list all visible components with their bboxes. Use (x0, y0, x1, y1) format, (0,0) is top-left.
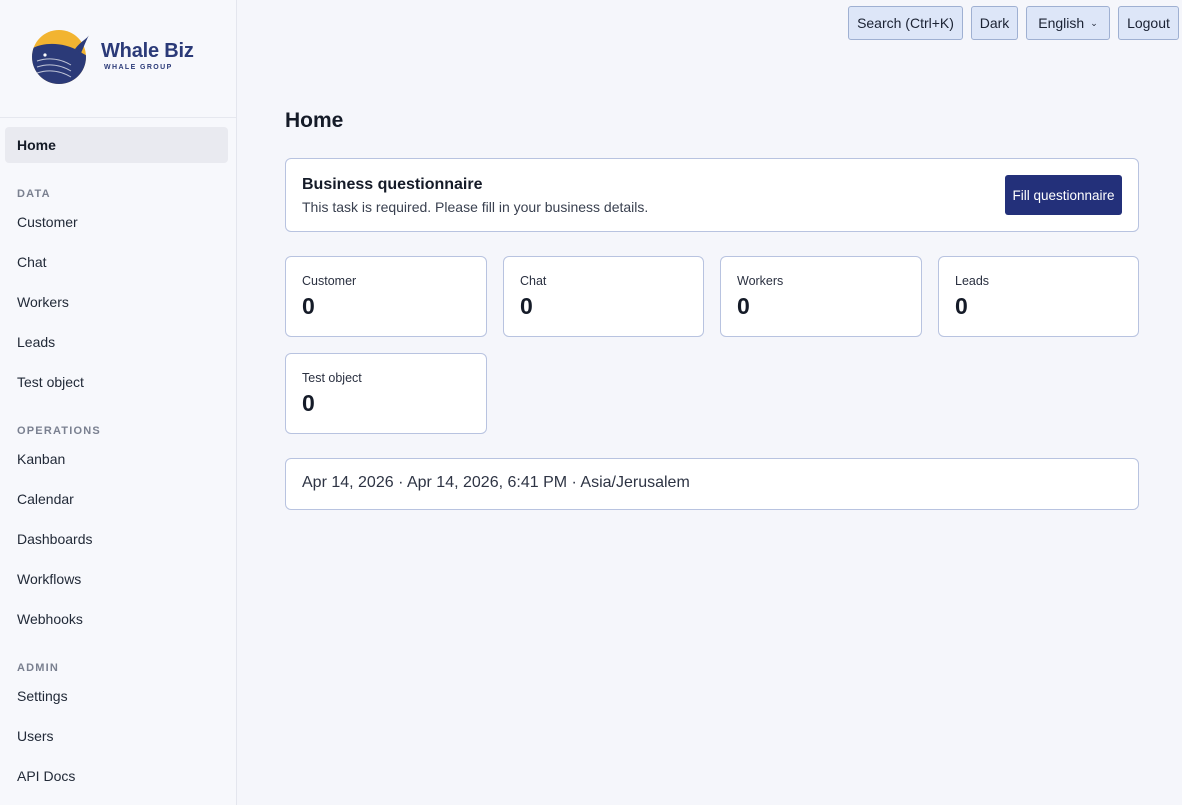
sidebar-item-chat[interactable]: Chat (5, 244, 228, 280)
stat-value: 0 (302, 293, 315, 319)
stat-card-chat[interactable]: Chat 0 (503, 256, 704, 337)
page-title: Home (285, 109, 344, 132)
brand-subtitle: WHALE GROUP (104, 64, 173, 71)
sidebar-section-operations: OPERATIONS (17, 425, 101, 437)
stat-label: Customer (302, 274, 357, 288)
brand-name: Whale Biz (101, 40, 194, 62)
sidebar-item-settings[interactable]: Settings (5, 678, 228, 714)
sidebar-item-workflows[interactable]: Workflows (5, 561, 228, 597)
stat-card-customer[interactable]: Customer 0 (285, 256, 487, 337)
logout-button[interactable]: Logout (1118, 6, 1179, 40)
sidebar-item-leads[interactable]: Leads (5, 324, 228, 360)
sidebar-item-dashboards[interactable]: Dashboards (5, 521, 228, 557)
sidebar-item-kanban[interactable]: Kanban (5, 441, 228, 477)
whale-logo-icon (32, 30, 89, 84)
stat-value: 0 (955, 293, 968, 319)
sidebar: Whale Biz WHALE GROUP Home DATA Customer… (0, 0, 237, 805)
stat-label: Workers (737, 274, 784, 288)
questionnaire-title: Business questionnaire (302, 176, 483, 193)
stat-label: Leads (955, 274, 990, 288)
stat-card-test-object[interactable]: Test object 0 (285, 353, 487, 434)
stat-card-leads[interactable]: Leads 0 (938, 256, 1139, 337)
fill-questionnaire-button[interactable]: Fill questionnaire (1005, 175, 1122, 215)
sidebar-section-admin: ADMIN (17, 662, 60, 674)
questionnaire-description: This task is required. Please fill in yo… (302, 199, 649, 215)
sidebar-item-users[interactable]: Users (5, 718, 228, 754)
sidebar-item-home[interactable]: Home (5, 127, 228, 163)
theme-toggle-button[interactable]: Dark (971, 6, 1018, 40)
datetime-text: Apr 14, 2026 · Apr 14, 2026, 6:41 PM · A… (302, 474, 690, 491)
sidebar-item-calendar[interactable]: Calendar (5, 481, 228, 517)
search-button[interactable]: Search (Ctrl+K) (848, 6, 963, 40)
stat-value: 0 (302, 390, 315, 416)
brand-logo[interactable]: Whale Biz WHALE GROUP (0, 0, 236, 118)
sidebar-item-test-object[interactable]: Test object (5, 364, 228, 400)
stat-value: 0 (520, 293, 533, 319)
stat-label: Test object (302, 371, 362, 385)
language-select[interactable]: English ⌄ (1026, 6, 1110, 40)
stat-card-workers[interactable]: Workers 0 (720, 256, 922, 337)
questionnaire-card: Business questionnaire This task is requ… (285, 158, 1139, 232)
sidebar-item-customer[interactable]: Customer (5, 204, 228, 240)
stat-value: 0 (737, 293, 750, 319)
chevron-down-icon: ⌄ (1090, 18, 1098, 28)
stat-label: Chat (520, 274, 547, 288)
datetime-card: Apr 14, 2026 · Apr 14, 2026, 6:41 PM · A… (285, 458, 1139, 510)
language-label: English (1038, 15, 1085, 31)
sidebar-section-data: DATA (17, 188, 51, 200)
sidebar-item-api-docs[interactable]: API Docs (5, 758, 228, 794)
sidebar-item-workers[interactable]: Workers (5, 284, 228, 320)
sidebar-item-webhooks[interactable]: Webhooks (5, 601, 228, 637)
